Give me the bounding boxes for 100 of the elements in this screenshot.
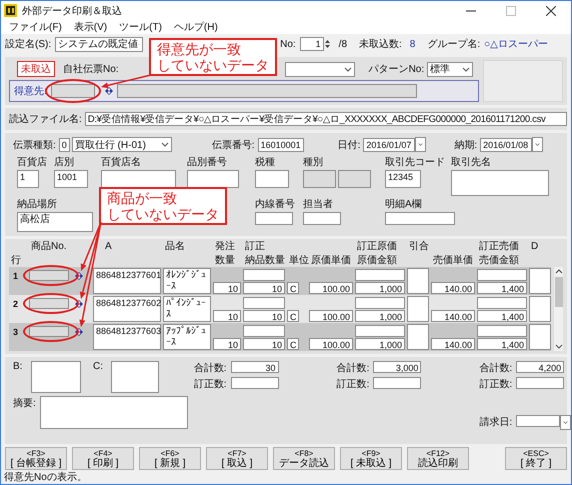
cost-price-field[interactable]: 100.00 [309, 310, 353, 322]
slip-type-code-field[interactable]: 0 [58, 138, 70, 152]
text-field[interactable] [187, 170, 239, 188]
corrected-field[interactable] [230, 377, 279, 389]
scrollbar[interactable] [553, 267, 563, 351]
text-field[interactable] [101, 170, 176, 188]
corrected-field[interactable] [516, 377, 564, 389]
product-code-field[interactable] [29, 298, 69, 309]
text-field[interactable] [407, 296, 429, 322]
slip-type-select[interactable]: 買取仕行 (H-01) [72, 137, 172, 152]
pattern-select[interactable]: 標準 [427, 62, 474, 76]
delivery-qty-field[interactable]: 10 [243, 338, 285, 350]
page-spinner[interactable]: 1 [300, 37, 324, 51]
text-field[interactable] [31, 361, 81, 393]
function-key-button[interactable]: <F6> [ 新規 ] [139, 447, 201, 470]
text-field[interactable] [477, 325, 527, 337]
menu-item[interactable]: ヘルプ(H) [174, 20, 218, 34]
date-field[interactable]: 2016/01/07 [363, 138, 416, 152]
product-name-field[interactable]: ﾊﾟｲﾝｼﾞｭｰｽ [163, 296, 211, 322]
function-key-button[interactable]: <F4> [ 印刷 ] [72, 447, 134, 470]
text-field[interactable] [407, 268, 429, 294]
sale-price-field[interactable]: 140.00 [431, 310, 475, 322]
text-field[interactable] [303, 212, 341, 225]
delivery-qty-field[interactable]: 10 [243, 282, 285, 294]
menu-item[interactable]: ツール(T) [119, 20, 162, 34]
text-field[interactable] [243, 269, 285, 281]
jan-code-field[interactable]: 8864812377602 [93, 296, 161, 322]
function-key-button[interactable]: <F7> [ 取込 ] [206, 447, 268, 470]
diamond-icon[interactable] [104, 87, 113, 95]
diamond-icon[interactable] [75, 300, 83, 308]
text-field[interactable] [355, 269, 405, 281]
text-field[interactable] [243, 325, 285, 337]
cost-price-field[interactable]: 100.00 [309, 282, 353, 294]
text-field[interactable] [477, 269, 527, 281]
text-field[interactable] [243, 297, 285, 309]
function-key-button[interactable]: <F9> [ 未取込 ] [340, 447, 402, 470]
dropdown-button[interactable] [415, 137, 426, 152]
sale-price-field[interactable]: 140.00 [431, 282, 475, 294]
text-field[interactable]: 1 [17, 170, 39, 188]
sale-amount-field[interactable]: 1,400 [477, 282, 527, 294]
text-field[interactable] [255, 170, 289, 188]
diamond-icon[interactable] [75, 272, 83, 280]
unit-field[interactable]: C [287, 310, 299, 322]
corrected-field[interactable] [373, 377, 422, 389]
slip-number-select[interactable] [284, 62, 355, 76]
dropdown-button[interactable] [560, 415, 571, 430]
text-field[interactable] [407, 324, 429, 350]
diamond-icon[interactable] [75, 328, 83, 336]
jan-code-field[interactable]: 8864812377601 [93, 268, 161, 294]
customer-name-field[interactable] [116, 84, 417, 98]
total-field[interactable]: 30 [230, 361, 279, 373]
spinner-arrows-icon[interactable] [324, 38, 331, 50]
text-field[interactable]: 高松店 [17, 212, 93, 232]
cost-amount-field[interactable]: 1,000 [355, 338, 405, 350]
function-key-button[interactable]: <F8> データ読込 [273, 447, 335, 470]
unit-field[interactable]: C [287, 282, 299, 294]
menu-item[interactable]: ファイル(F) [9, 20, 62, 34]
text-field[interactable] [529, 324, 551, 350]
order-qty-field[interactable]: 10 [213, 338, 241, 350]
function-key-button[interactable]: <ESC> [ 終了 ] [505, 447, 567, 470]
product-name-field[interactable]: ｱｯﾌﾟﾙｼﾞｭｰｽ [163, 324, 211, 350]
billing-date-field[interactable] [516, 415, 560, 427]
file-path-field[interactable]: D:¥受信情報¥受信データ¥○△ロスーパー¥受信データ¥○△ロ_XXXXXXX_ABCDEFG000000_201601171200.csv [84, 112, 567, 126]
sale-amount-field[interactable]: 1,400 [477, 338, 527, 350]
text-field[interactable]: 1001 [54, 170, 88, 188]
sale-amount-field[interactable]: 1,400 [477, 310, 527, 322]
cost-amount-field[interactable]: 1,000 [355, 310, 405, 322]
order-qty-field[interactable]: 10 [213, 282, 241, 294]
due-date-field[interactable]: 2016/01/08 [480, 138, 532, 152]
text-field[interactable] [451, 170, 549, 196]
function-key-button[interactable]: <F3> [ 台帳登録 ] [5, 447, 67, 470]
product-code-field[interactable] [29, 270, 69, 281]
text-field[interactable] [355, 325, 405, 337]
setting-select[interactable]: システムの既定値 [55, 36, 144, 52]
dropdown-button[interactable] [532, 137, 544, 152]
jan-code-field[interactable]: 8864812377603 [93, 324, 161, 350]
sale-price-field[interactable]: 140.00 [431, 338, 475, 350]
text-field[interactable] [529, 268, 551, 294]
delivery-qty-field[interactable]: 10 [243, 310, 285, 322]
field-label: 内線番号 [255, 198, 293, 211]
slip-number-field[interactable]: 16010001 [258, 138, 304, 152]
total-field[interactable]: 4,200 [516, 361, 564, 373]
text-field[interactable] [477, 297, 527, 309]
text-field[interactable] [385, 212, 455, 225]
text-field[interactable] [111, 361, 159, 393]
unit-field[interactable]: C [287, 338, 299, 350]
text-field[interactable] [355, 297, 405, 309]
product-name-field[interactable]: ｵﾚﾝｼﾞｼﾞｭｰｽ [163, 268, 211, 294]
order-qty-field[interactable]: 10 [213, 310, 241, 322]
product-code-field[interactable] [29, 326, 69, 337]
function-key-button[interactable]: <F12> 読込印刷 [407, 447, 469, 470]
text-field[interactable] [529, 296, 551, 322]
text-field[interactable]: 12345 [385, 170, 421, 188]
cost-price-field[interactable]: 100.00 [309, 338, 353, 350]
total-field[interactable]: 3,000 [373, 361, 422, 373]
text-field[interactable] [255, 212, 293, 225]
menu-item[interactable]: 表示(V) [74, 20, 108, 34]
cost-amount-field[interactable]: 1,000 [355, 282, 405, 294]
memo-field[interactable] [40, 396, 188, 429]
customer-code-field[interactable] [50, 84, 95, 98]
